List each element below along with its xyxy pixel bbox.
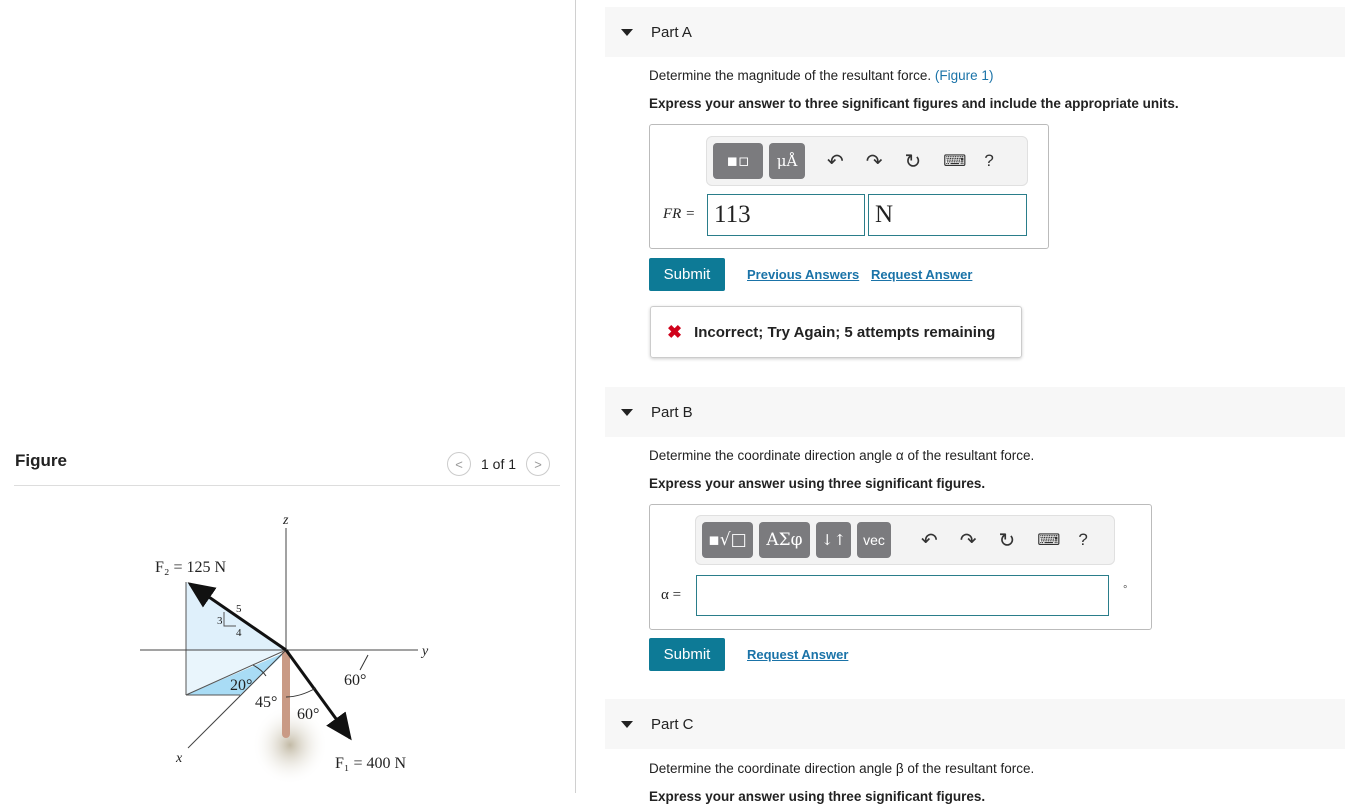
figure-divider	[14, 485, 560, 486]
keyboard-icon[interactable]: ⌨	[1037, 530, 1060, 550]
angle-arc-60-upper	[359, 654, 369, 671]
label-20deg: 20°	[230, 677, 252, 694]
figure-link[interactable]: (Figure 1)	[935, 68, 994, 83]
feedback-message: ✖ Incorrect; Try Again; 5 attempts remai…	[650, 306, 1022, 358]
collapse-triangle-icon[interactable]	[621, 720, 633, 728]
previous-answers-link[interactable]: Previous Answers	[747, 267, 859, 282]
incorrect-x-icon: ✖	[667, 321, 683, 342]
part-c-question: Determine the coordinate direction angle…	[649, 761, 1035, 776]
vector-button[interactable]: vec	[857, 522, 891, 558]
figure-pager: < 1 of 1 >	[447, 452, 551, 476]
part-b-instruction: Express your answer using three signific…	[649, 476, 986, 491]
help-button[interactable]: ?	[984, 151, 993, 171]
pager-count: 1 of 1	[481, 456, 517, 472]
alpha-input[interactable]	[696, 575, 1109, 616]
request-answer-link[interactable]: Request Answer	[871, 267, 972, 282]
label-4: 4	[236, 627, 242, 639]
question-text: Determine the magnitude of the resultant…	[649, 68, 932, 83]
templates-button[interactable]: ▪▫	[713, 143, 763, 179]
pole	[282, 650, 290, 738]
request-answer-link[interactable]: Request Answer	[747, 647, 848, 662]
help-button[interactable]: ?	[1078, 530, 1087, 550]
units-button[interactable]: μÅ	[769, 143, 805, 179]
undo-icon[interactable]: ↶	[827, 149, 844, 174]
label-z: z	[282, 513, 289, 528]
part-b-header[interactable]: Part B	[605, 387, 1345, 437]
angle-arc-60-lower	[285, 687, 317, 698]
label-f2: F₂ = 125 N	[155, 559, 227, 576]
part-b-title: Part B	[651, 403, 693, 421]
force-diagram: z y x F₂ = 125 N F₁ = 400 N 3 4 5 20° 45…	[140, 513, 429, 785]
unit-input[interactable]: N	[868, 194, 1027, 236]
label-3: 3	[217, 615, 223, 627]
reset-icon[interactable]: ↻	[999, 528, 1016, 553]
part-b-question: Determine the coordinate direction angle…	[649, 448, 1035, 463]
undo-icon[interactable]: ↶	[921, 528, 938, 553]
part-a-question: Determine the magnitude of the resultant…	[649, 68, 993, 83]
part-a-submit-button[interactable]: Submit	[649, 258, 725, 291]
part-b-toolbar: ▪√□ ΑΣφ ↓↑ vec ↶ ↷ ↻ ⌨ ?	[695, 515, 1115, 565]
part-a-instruction: Express your answer to three significant…	[649, 96, 1179, 111]
label-x: x	[175, 751, 183, 766]
label-f1: F₁ = 400 N	[335, 755, 407, 772]
part-a-title: Part A	[651, 23, 692, 41]
collapse-triangle-icon[interactable]	[621, 408, 633, 416]
feedback-text: Incorrect; Try Again; 5 attempts remaini…	[694, 323, 996, 341]
label-45deg: 45°	[255, 694, 277, 711]
value-input[interactable]: 113	[707, 194, 865, 236]
label-60deg-upper: 60°	[344, 672, 366, 689]
fr-label: FR =	[663, 206, 696, 222]
reset-icon[interactable]: ↻	[905, 149, 922, 174]
part-a-header[interactable]: Part A	[605, 7, 1345, 57]
part-c-instruction: Express your answer using three signific…	[649, 789, 986, 804]
prev-figure-button[interactable]: <	[447, 452, 471, 476]
part-c-title: Part C	[651, 715, 694, 733]
alpha-label: α =	[661, 587, 682, 603]
label-y: y	[420, 644, 429, 659]
part-a-toolbar: ▪▫ μÅ ↶ ↷ ↻ ⌨ ?	[706, 136, 1028, 186]
redo-icon[interactable]: ↷	[960, 528, 977, 553]
templates-button[interactable]: ▪√□	[702, 522, 753, 558]
next-figure-button[interactable]: >	[526, 452, 551, 476]
panel-divider[interactable]	[575, 0, 576, 793]
part-b-submit-button[interactable]: Submit	[649, 638, 725, 671]
redo-icon[interactable]: ↷	[866, 149, 883, 174]
figure-title: Figure	[15, 451, 67, 470]
keyboard-icon[interactable]: ⌨	[943, 151, 966, 171]
degree-unit: °	[1123, 584, 1128, 596]
part-c-header[interactable]: Part C	[605, 699, 1345, 749]
collapse-triangle-icon[interactable]	[621, 28, 633, 36]
label-5: 5	[236, 603, 242, 615]
arrows-button[interactable]: ↓↑	[816, 522, 851, 558]
greek-button[interactable]: ΑΣφ	[759, 522, 810, 558]
label-60deg-lower: 60°	[297, 706, 319, 723]
